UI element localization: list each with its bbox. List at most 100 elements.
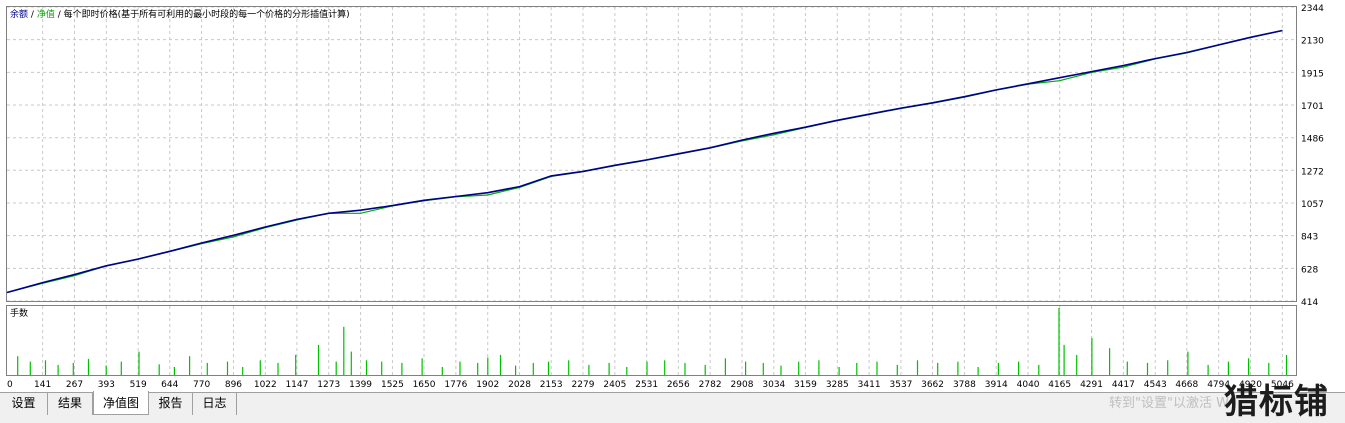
tab-report[interactable]: 报告 xyxy=(149,393,193,415)
x-tick-label: 3159 xyxy=(794,380,817,390)
x-tick-label: 1399 xyxy=(349,380,372,390)
volume-bar xyxy=(173,367,175,375)
volume-bar xyxy=(401,362,403,375)
volume-bar xyxy=(242,367,244,375)
y-tick-label: 1057 xyxy=(1301,200,1324,210)
volume-bar xyxy=(745,361,747,375)
y-tick-label: 843 xyxy=(1301,233,1318,243)
volume-bar xyxy=(997,362,999,375)
volume-bar xyxy=(684,362,686,375)
volume-bar xyxy=(515,365,517,375)
volume-bar xyxy=(17,356,19,375)
main-plot-frame xyxy=(6,6,1297,302)
volume-bar xyxy=(608,362,610,375)
volume-bar xyxy=(1126,361,1128,375)
equity-chart: 余额 / 净值 / 每个即时价格(基于所有可利用的最小时段的每一个价格的分形插值… xyxy=(6,4,1324,390)
volume-bar xyxy=(1207,364,1209,375)
volume-bar xyxy=(876,361,878,375)
volume-bar xyxy=(1109,348,1111,375)
volume-bar xyxy=(499,354,502,375)
volume-bar xyxy=(381,361,383,375)
legend-sep-2: / xyxy=(58,10,62,20)
x-tick-label: 896 xyxy=(225,380,242,390)
volume-bar xyxy=(105,365,107,375)
volume-plot-frame xyxy=(6,305,1297,376)
volume-bar xyxy=(937,362,939,375)
volume-bar xyxy=(798,361,800,375)
volume-bar xyxy=(365,360,368,375)
volume-bar xyxy=(57,364,59,375)
legend-equity: 净值 xyxy=(37,8,55,20)
y-tick-label: 1272 xyxy=(1301,167,1324,177)
volume-bar xyxy=(459,361,461,375)
x-tick-label: 4291 xyxy=(1080,380,1103,390)
tab-settings[interactable]: 设置 xyxy=(0,393,48,415)
volume-bar xyxy=(646,361,648,375)
volume-bar xyxy=(87,358,90,375)
volume-bar xyxy=(226,361,229,375)
volume-bar xyxy=(120,361,122,375)
y-tick-label: 1915 xyxy=(1301,69,1324,79)
x-tick-label: 2153 xyxy=(540,380,563,390)
x-tick-label: 267 xyxy=(66,380,83,390)
volume-bar xyxy=(957,361,959,375)
legend-sep-1: / xyxy=(31,10,35,20)
volume-bar xyxy=(1038,364,1040,375)
x-tick-label: 3662 xyxy=(921,380,944,390)
x-tick-label: 1273 xyxy=(317,380,340,390)
volume-bar xyxy=(896,364,898,375)
x-tick-label: 2279 xyxy=(572,380,595,390)
volume-bar xyxy=(838,367,840,375)
volume-bar xyxy=(277,362,279,375)
volume-bar xyxy=(158,364,160,375)
volume-bar xyxy=(1167,360,1169,375)
tab-journal[interactable]: 日志 xyxy=(193,393,237,415)
y-tick-label: 2130 xyxy=(1301,37,1324,47)
volume-bar xyxy=(780,365,782,375)
volume-bar xyxy=(818,360,820,375)
x-tick-label: 4543 xyxy=(1144,380,1167,390)
volume-bar xyxy=(1268,362,1270,375)
volume-bar xyxy=(138,351,140,375)
volume-bar xyxy=(350,351,352,375)
y-tick-label: 1701 xyxy=(1301,102,1324,112)
volume-bar xyxy=(441,367,443,375)
volume-bar xyxy=(588,364,590,375)
x-tick-label: 4040 xyxy=(1017,380,1040,390)
strategy-tester-graph: 余额 / 净值 / 每个即时价格(基于所有可利用的最小时段的每一个价格的分形插值… xyxy=(0,0,1345,392)
x-tick-label: 3537 xyxy=(890,380,913,390)
x-tick-label: 770 xyxy=(193,380,210,390)
volume-bar xyxy=(1248,358,1250,376)
volume-bar xyxy=(44,360,47,375)
x-tick-label: 1776 xyxy=(444,380,467,390)
x-tick-label: 2531 xyxy=(635,380,658,390)
y-tick-label: 2344 xyxy=(1301,4,1324,14)
x-tick-label: 1650 xyxy=(413,380,436,390)
x-tick-label: 3411 xyxy=(858,380,881,390)
tab-equity-graph[interactable]: 净值图 xyxy=(93,391,149,415)
volume-bar xyxy=(532,362,534,375)
x-tick-label: 3034 xyxy=(762,380,785,390)
volume-panel-label: 手数 xyxy=(10,307,28,319)
x-tick-label: 141 xyxy=(34,380,51,390)
tab-results[interactable]: 结果 xyxy=(48,393,93,415)
volume-bar xyxy=(487,357,489,375)
x-tick-label: 3914 xyxy=(985,380,1008,390)
x-tick-label: 4668 xyxy=(1175,380,1198,390)
x-tick-label: 0 xyxy=(7,380,13,390)
x-tick-label: 5046 xyxy=(1271,380,1294,390)
y-tick-label: 1486 xyxy=(1301,135,1324,145)
volume-bar xyxy=(29,361,31,375)
x-tick-label: 4165 xyxy=(1048,380,1071,390)
volume-bar xyxy=(1058,308,1060,375)
tester-tab-bar: 设置 结果 净值图 报告 日志 xyxy=(0,391,1345,416)
x-tick-label: 644 xyxy=(161,380,178,390)
volume-bar xyxy=(568,360,570,375)
legend-balance: 余额 xyxy=(10,8,28,20)
volume-bar xyxy=(477,362,479,375)
volume-bar xyxy=(916,360,919,375)
x-tick-label: 4417 xyxy=(1112,380,1135,390)
volume-bar xyxy=(724,358,726,376)
volume-bar xyxy=(762,362,764,375)
legend-description: 每个即时价格(基于所有可利用的最小时段的每一个价格的分形插值计算) xyxy=(64,8,350,20)
